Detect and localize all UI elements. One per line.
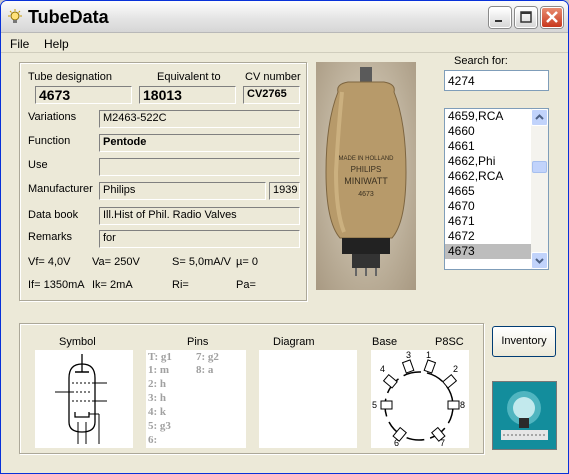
- lamp-icon: [8, 9, 22, 23]
- svg-text:4673: 4673: [358, 191, 374, 198]
- diagram-box: [259, 350, 357, 448]
- scroll-thumb[interactable]: [532, 161, 547, 173]
- pin-2: 2: h: [148, 378, 167, 390]
- inventory-button[interactable]: Inventory: [492, 326, 556, 357]
- cv-label: CV number: [245, 71, 301, 83]
- base-pin-label-4: 4: [380, 364, 385, 374]
- param-s: S= 5,0mA/V: [172, 256, 232, 268]
- designation-field[interactable]: 4673: [35, 86, 132, 104]
- base-pin-label-2: 2: [453, 364, 458, 374]
- cv-field[interactable]: CV2765: [243, 86, 300, 104]
- base-pin-label-6: 6: [394, 438, 399, 448]
- symbol-label: Symbol: [59, 336, 96, 348]
- arrow-up-icon: [535, 114, 544, 120]
- param-if: If= 1350mA: [28, 279, 85, 291]
- pin-3: 3: h: [148, 392, 167, 404]
- tubedata-logo: [492, 381, 557, 450]
- databook-field[interactable]: Ill.Hist of Phil. Radio Valves: [99, 207, 300, 225]
- menu-help[interactable]: Help: [44, 37, 69, 51]
- tube-listbox[interactable]: 4659,RCA 4660 4661 4662,Phi 4662,RCA 466…: [444, 108, 549, 270]
- remarks-field[interactable]: for: [99, 230, 300, 248]
- pin-5: 5: g3: [148, 420, 171, 432]
- app-window: TubeData File Help Tube designation Equi…: [0, 0, 569, 474]
- param-vf: Vf= 4,0V: [28, 256, 71, 268]
- equivalent-field[interactable]: 18013: [139, 86, 236, 104]
- param-pa: Pa=: [236, 279, 256, 291]
- pin-7: 7: g2: [196, 351, 219, 363]
- param-ri: Ri=: [172, 279, 189, 291]
- base-pin-label-8: 8: [460, 400, 465, 410]
- title-bar[interactable]: TubeData: [1, 1, 568, 33]
- pins-label: Pins: [187, 336, 209, 348]
- minimize-button[interactable]: [489, 7, 511, 28]
- base-pin-label-5: 5: [372, 400, 377, 410]
- manufacturer-field[interactable]: Philips: [99, 182, 266, 200]
- svg-text:MADE IN HOLLAND: MADE IN HOLLAND: [338, 156, 394, 162]
- designation-label: Tube designation: [28, 71, 112, 83]
- symbol-box: [35, 350, 133, 448]
- svg-text:PHILIPS: PHILIPS: [351, 165, 382, 174]
- pin-1: 1: m: [148, 364, 170, 376]
- diagram-label: Diagram: [273, 336, 315, 348]
- close-icon: [546, 11, 558, 23]
- list-scrollbar[interactable]: [531, 109, 548, 269]
- base-diagram-box: 1 3 2 4 5 8 6 7: [371, 350, 469, 448]
- equivalent-label: Equivalent to: [157, 71, 221, 83]
- window-title: TubeData: [28, 7, 109, 27]
- close-button[interactable]: [541, 7, 563, 28]
- menu-file[interactable]: File: [10, 37, 29, 51]
- param-mu: µ= 0: [236, 256, 258, 268]
- pin-6: 6:: [148, 434, 158, 446]
- base-pin-label-1: 1: [426, 350, 431, 360]
- param-va: Va= 250V: [92, 256, 140, 268]
- year-field[interactable]: 1939: [269, 182, 300, 200]
- pentode-symbol-icon: [55, 354, 107, 444]
- pin-t: T: g1: [148, 351, 172, 363]
- use-field[interactable]: [99, 158, 300, 176]
- databook-label: Data book: [28, 209, 79, 221]
- pin-4: 4: k: [148, 406, 167, 418]
- maximize-button[interactable]: [515, 7, 537, 28]
- remarks-label: Remarks: [28, 231, 73, 243]
- search-input[interactable]: [444, 70, 549, 91]
- base-pin-label-3: 3: [406, 350, 411, 360]
- tube-photo: MADE IN HOLLAND PHILIPS MINIWATT 4673: [316, 62, 416, 290]
- arrow-down-icon: [535, 258, 544, 264]
- variations-field[interactable]: M2463-522C: [99, 110, 300, 128]
- pin-8: 8: a: [196, 364, 214, 376]
- base-label: Base: [372, 336, 398, 348]
- variations-label: Variations: [28, 111, 77, 123]
- function-field[interactable]: Pentode: [99, 134, 300, 152]
- svg-text:MINIWATT: MINIWATT: [344, 176, 388, 186]
- tube-logo-icon: [493, 382, 556, 449]
- base-type-label: P8SC: [435, 336, 464, 348]
- param-ik: Ik= 2mA: [92, 279, 133, 291]
- maximize-icon: [520, 11, 532, 23]
- vacuum-tube-image: MADE IN HOLLAND PHILIPS MINIWATT 4673: [325, 67, 407, 276]
- scroll-down-button[interactable]: [531, 252, 548, 269]
- minimize-icon: [495, 20, 502, 22]
- search-label: Search for:: [454, 55, 508, 67]
- menu-bar: File Help: [1, 34, 568, 53]
- base-pin-label-7: 7: [440, 438, 445, 448]
- pins-box: T: g1 1: m 2: h 3: h 4: k 5: g3 6: 7: g2…: [146, 350, 246, 448]
- manufacturer-label: Manufacturer: [28, 183, 93, 195]
- base-pinout-diagram: 1 3 2 4 5 8 6 7: [372, 350, 465, 448]
- use-label: Use: [28, 159, 48, 171]
- function-label: Function: [28, 135, 71, 147]
- scroll-up-button[interactable]: [531, 109, 548, 126]
